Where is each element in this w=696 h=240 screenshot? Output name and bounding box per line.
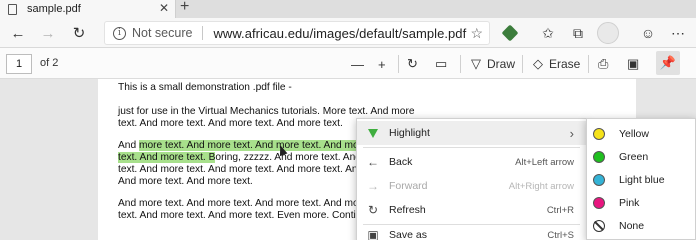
pdf-text-line: just for use in the Virtual Mechanics tu… <box>118 106 415 117</box>
color-option-light-blue[interactable]: Light blue <box>587 168 695 191</box>
highlight-color-submenu: Yellow Green Light blue Pink None <box>586 118 696 240</box>
menu-item-refresh[interactable]: ↻ Refresh Ctrl+R <box>357 198 586 222</box>
profile-avatar[interactable] <box>597 22 619 44</box>
divider <box>202 26 204 40</box>
draw-icon: ▽ <box>471 56 481 71</box>
pdf-text: oring, zzzzz. And more text. And m <box>215 152 373 163</box>
zoom-out-icon[interactable]: — <box>351 54 364 74</box>
document-icon <box>8 3 17 15</box>
pin-toolbar-icon[interactable]: 📌 <box>656 51 680 75</box>
address-bar[interactable]: i Not secure www.africau.edu/images/defa… <box>104 21 490 45</box>
color-option-green[interactable]: Green <box>587 145 695 168</box>
fit-page-icon[interactable]: ▭ <box>435 54 447 74</box>
light-blue-swatch-icon <box>593 173 605 186</box>
context-menu: Highlight › ← Back Alt+Left arrow → Forw… <box>356 118 587 240</box>
back-arrow-icon[interactable]: ← <box>9 24 27 42</box>
color-label: None <box>619 219 645 232</box>
rotate-icon[interactable]: ↻ <box>407 54 418 74</box>
menu-item-label: Back <box>389 156 413 168</box>
color-option-yellow[interactable]: Yellow <box>587 122 695 145</box>
page-count: of 2 <box>40 57 59 69</box>
highlighted-text: more text. And more text. And more text.… <box>138 140 368 151</box>
menu-item-save-as[interactable]: ▣ Save as Ctrl+S <box>357 223 586 240</box>
color-label: Pink <box>619 196 640 209</box>
pdf-text-line-highlighted: text. And more text. Boring, zzzzz. And … <box>118 152 372 163</box>
highlighted-text: text. And more text. B <box>118 152 216 163</box>
back-arrow-icon: ← <box>367 155 379 169</box>
menu-item-label: Refresh <box>389 204 426 216</box>
erase-label: Erase <box>549 57 581 71</box>
shortcut-label: Alt+Right arrow <box>508 180 574 192</box>
refresh-icon[interactable]: ↻ <box>70 24 88 42</box>
green-swatch-icon <box>593 150 605 163</box>
eraser-icon: ◇ <box>533 56 543 71</box>
tab-sample-pdf[interactable]: sample.pdf ✕ <box>0 0 176 18</box>
shortcut-label: Alt+Left arrow <box>515 156 574 168</box>
draw-label: Draw <box>487 57 516 71</box>
color-option-pink[interactable]: Pink <box>587 191 695 214</box>
pdf-text-line: text. And more text. And more text. And … <box>118 164 375 175</box>
page-number-input[interactable]: 1 <box>6 54 32 74</box>
menu-item-forward[interactable]: → Forward Alt+Right arrow <box>357 174 586 198</box>
divider <box>398 55 399 73</box>
print-icon[interactable]: ⎙ <box>598 54 608 74</box>
info-icon[interactable]: i <box>113 26 126 40</box>
pdf-text-line-highlighted: And more text. And more text. And more t… <box>118 140 368 151</box>
highlighter-icon <box>357 128 389 138</box>
more-options-icon[interactable]: ⋯ <box>668 23 688 43</box>
divider <box>460 55 461 73</box>
color-label: Yellow <box>619 127 649 140</box>
color-label: Green <box>619 150 649 163</box>
color-label: Light blue <box>619 173 665 186</box>
menu-item-label: Forward <box>389 180 428 192</box>
pdf-text: And <box>118 140 139 151</box>
pdf-toolbar: 1 of 2 — + ↻ ▭ ▽ Draw ◇ Erase ⎙ ▣ 📌 <box>0 48 696 79</box>
navigation-bar: ← → ↻ i Not secure www.africau.edu/image… <box>0 18 696 48</box>
submenu-chevron-icon: › <box>569 125 574 141</box>
divider <box>588 55 589 73</box>
close-tab-icon[interactable]: ✕ <box>159 1 169 15</box>
color-option-none[interactable]: None <box>587 214 695 237</box>
menu-item-label: Highlight <box>389 127 430 139</box>
extension-icon[interactable] <box>500 23 520 43</box>
favorites-icon[interactable]: ✩ <box>538 23 558 43</box>
shortcut-label: Ctrl+R <box>546 204 574 216</box>
zoom-in-icon[interactable]: + <box>378 54 386 74</box>
collections-icon[interactable]: ⧉ <box>568 23 588 43</box>
save-as-icon: ▣ <box>367 228 379 240</box>
no-color-icon <box>593 219 605 232</box>
divider <box>363 147 580 148</box>
divider <box>522 55 523 73</box>
erase-button[interactable]: ◇ Erase <box>533 54 580 74</box>
security-status[interactable]: Not secure <box>132 26 192 40</box>
pdf-text-line: text. And more text. And more text. Even… <box>118 210 373 221</box>
pdf-text-line: This is a small demonstration .pdf file … <box>118 82 292 93</box>
favorite-star-icon[interactable]: ☆ <box>470 25 483 42</box>
save-icon[interactable]: ▣ <box>627 54 639 74</box>
new-tab-button[interactable]: + <box>180 0 189 16</box>
draw-button[interactable]: ▽ Draw <box>471 54 515 74</box>
refresh-icon: ↻ <box>367 203 379 217</box>
forward-arrow-icon: → <box>367 179 379 193</box>
url-text[interactable]: www.africau.edu/images/default/sample.pd… <box>213 26 466 41</box>
feedback-smiley-icon[interactable]: ☺ <box>638 23 658 43</box>
yellow-swatch-icon <box>593 127 605 140</box>
pdf-text-line: And more text. And more text. <box>118 176 253 187</box>
tab-title: sample.pdf <box>27 3 81 15</box>
menu-item-label: Save as <box>389 229 427 240</box>
pink-swatch-icon <box>593 196 605 209</box>
pdf-text-line: text. And more text. And more text. And … <box>118 118 343 129</box>
menu-item-back[interactable]: ← Back Alt+Left arrow <box>357 150 586 174</box>
menu-item-highlight[interactable]: Highlight › <box>357 121 586 145</box>
forward-arrow-icon[interactable]: → <box>39 24 57 42</box>
shortcut-label: Ctrl+S <box>547 229 574 240</box>
